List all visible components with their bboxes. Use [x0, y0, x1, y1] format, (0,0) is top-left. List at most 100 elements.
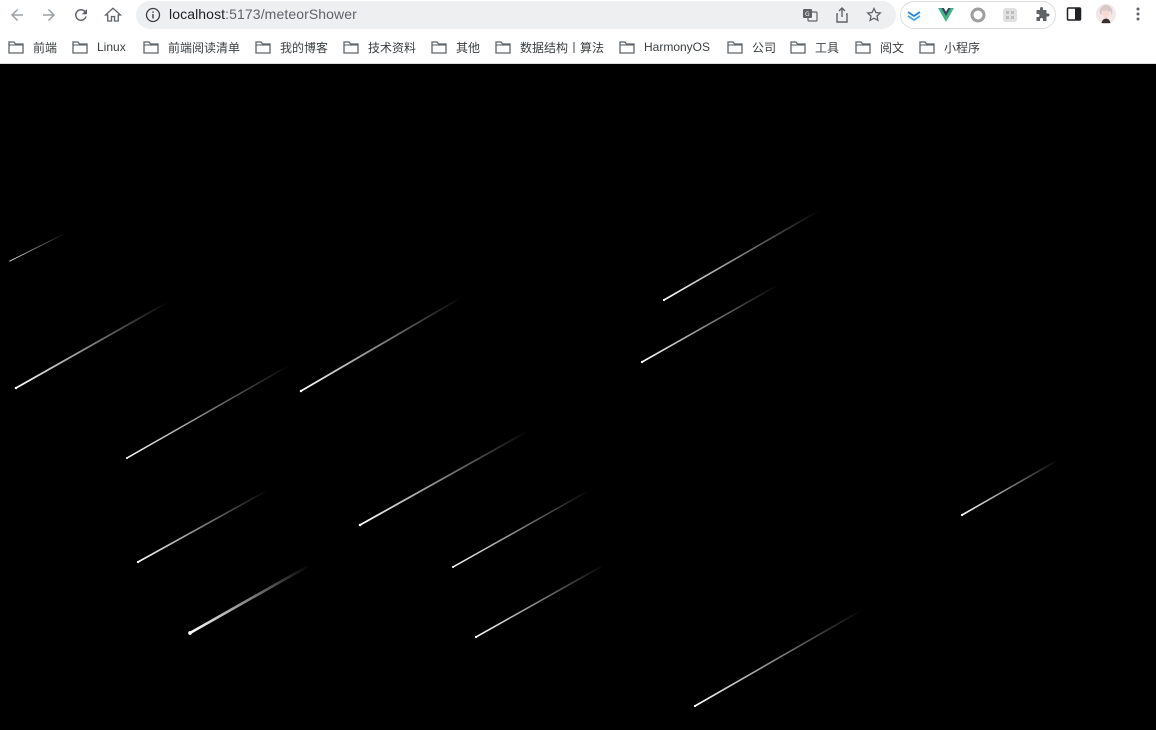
puzzle-icon: [1036, 7, 1050, 21]
meteor-streak: [961, 459, 1059, 516]
bookmark-label: 小程序: [944, 40, 981, 55]
bookmark-folder-yuewen[interactable]: 阅文: [855, 38, 904, 56]
meteor-streak: [137, 489, 269, 563]
bookmark-folder-harmonyos[interactable]: HarmonyOS: [619, 38, 710, 56]
back-button[interactable]: [5, 3, 29, 27]
forward-button[interactable]: [37, 3, 61, 27]
meteor-head: [640, 360, 644, 364]
bookmark-label: 前端阅读清单: [168, 40, 241, 55]
meteor-streak: [452, 489, 591, 568]
meteor-streak: [359, 430, 529, 526]
folder-icon: [255, 41, 271, 54]
bookmark-label: 其他: [456, 40, 481, 55]
layers-extension-icon: [907, 11, 921, 22]
extensions-group: [900, 1, 1056, 29]
home-icon: [104, 7, 122, 22]
meteors-layer: [9, 209, 1059, 708]
meteor-head: [14, 386, 18, 390]
extension-grid[interactable]: [1001, 6, 1019, 24]
bookmark-folder-blog[interactable]: 我的博客: [255, 38, 328, 56]
grid-extension-icon: [1003, 8, 1017, 22]
meteor-head: [474, 635, 478, 639]
kebab-menu-icon: [1136, 7, 1140, 21]
extensions-menu-button[interactable]: [1033, 6, 1051, 24]
folder-icon: [8, 41, 24, 54]
meteor-shower-page: [0, 65, 1156, 730]
folder-icon: [790, 41, 806, 54]
meteor-head: [358, 523, 362, 527]
share-icon: [836, 7, 848, 23]
meteor-head: [136, 560, 140, 564]
folder-icon: [143, 41, 159, 54]
bookmark-folder-algorithms[interactable]: 数据结构丨算法: [495, 38, 604, 56]
translate-icon: G: [803, 9, 818, 22]
meteor-streak: [641, 284, 779, 363]
folder-icon: [72, 41, 88, 54]
bookmark-folder-other[interactable]: 其他: [431, 38, 480, 56]
bookmark-label: 阅文: [880, 40, 905, 55]
extension-circle[interactable]: [969, 6, 987, 24]
folder-icon: [495, 41, 511, 54]
bookmarks-bar: 前端 Linux 前端阅读清单 我的博客 技术资料 其他 数据结构丨算法 Har…: [0, 30, 1156, 64]
bookmark-label: 我的博客: [280, 40, 329, 55]
meteor-head: [451, 565, 455, 569]
meteor-streak: [300, 296, 463, 392]
bookmark-label: 公司: [752, 40, 777, 55]
extension-vue-devtools[interactable]: [937, 6, 955, 24]
meteor-streak: [663, 209, 821, 301]
info-icon[interactable]: [145, 7, 161, 23]
bookmark-folder-company[interactable]: 公司: [727, 38, 776, 56]
side-panel-button[interactable]: [1064, 4, 1084, 24]
meteor-streak: [475, 564, 605, 638]
folder-icon: [343, 41, 359, 54]
extension-layers[interactable]: [905, 6, 923, 24]
bookmark-folder-tools[interactable]: 工具: [790, 38, 839, 56]
meteor-canvas: [9, 209, 1059, 708]
bookmark-label: 工具: [815, 40, 840, 55]
circle-extension-icon: [970, 7, 986, 23]
folder-icon: [431, 41, 447, 54]
bookmark-star-button[interactable]: [865, 6, 883, 24]
meteor-head: [188, 631, 192, 635]
folder-icon: [727, 41, 743, 54]
share-button[interactable]: [833, 6, 851, 24]
folder-icon: [619, 41, 635, 54]
bookmark-label: 数据结构丨算法: [520, 40, 605, 55]
home-button[interactable]: [101, 3, 125, 27]
bookmark-folder-miniprogram[interactable]: 小程序: [919, 38, 980, 56]
meteor-head: [125, 456, 129, 460]
meteor-head: [662, 298, 666, 302]
profile-avatar[interactable]: [1094, 2, 1118, 26]
arrow-right-icon: [43, 9, 55, 21]
bookmark-folder-frontend[interactable]: 前端: [8, 38, 57, 56]
reload-icon: [74, 8, 87, 21]
browser-toolbar: localhost:5173/meteorShower G: [0, 0, 1156, 30]
meteor-head: [693, 704, 697, 708]
avatar-icon: [1095, 3, 1117, 25]
svg-text:G: G: [805, 11, 810, 18]
meteor-streak: [694, 609, 863, 707]
meteor-streak: [15, 301, 169, 389]
vue-logo-icon: [938, 8, 954, 22]
meteor-streak: [126, 364, 291, 459]
bookmark-label: Linux: [97, 40, 126, 54]
url-text: localhost:5173/meteorShower: [169, 6, 357, 22]
url-path: :5173/meteorShower: [225, 6, 357, 22]
chrome-menu-button[interactable]: [1128, 4, 1148, 24]
meteor-streak: [188, 563, 312, 635]
folder-icon: [855, 41, 871, 54]
arrow-left-icon: [11, 9, 23, 21]
translate-button[interactable]: G: [801, 6, 819, 24]
bookmark-folder-linux[interactable]: Linux: [72, 38, 126, 56]
reload-button[interactable]: [69, 3, 93, 27]
star-icon: [866, 7, 882, 22]
bookmark-folder-reading-list[interactable]: 前端阅读清单: [143, 38, 240, 56]
meteor-streak: [9, 232, 67, 262]
meteor-head: [9, 260, 11, 262]
bookmark-label: 前端: [33, 40, 58, 55]
address-bar[interactable]: localhost:5173/meteorShower G: [136, 1, 896, 29]
side-panel-icon: [1066, 7, 1082, 21]
bookmark-folder-tech-docs[interactable]: 技术资料: [343, 38, 416, 56]
folder-icon: [919, 41, 935, 54]
meteor-head: [299, 389, 303, 393]
